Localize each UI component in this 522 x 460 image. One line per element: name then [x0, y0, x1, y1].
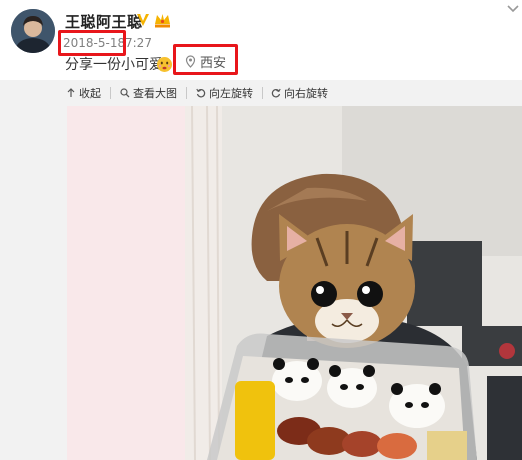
view-large-label: 查看大图 — [133, 87, 177, 100]
location-pin-icon — [185, 55, 196, 68]
search-icon — [120, 88, 130, 98]
toolbar-divider — [262, 87, 263, 99]
rotate-left-icon — [196, 88, 206, 98]
collapse-button[interactable]: 收起 — [66, 85, 101, 101]
rotate-right-button[interactable]: 向右旋转 — [271, 85, 328, 101]
avatar[interactable] — [11, 9, 55, 53]
date-highlight-box — [58, 30, 126, 56]
user-name[interactable]: 王聪阿王聪 — [65, 11, 143, 32]
collapse-label: 收起 — [79, 87, 101, 100]
collapse-icon — [67, 88, 75, 97]
rotate-left-label: 向左旋转 — [209, 87, 253, 100]
rotate-right-icon — [271, 88, 281, 98]
rotate-left-button[interactable]: 向左旋转 — [196, 85, 253, 101]
chevron-down-icon[interactable] — [506, 4, 520, 14]
post-photo[interactable] — [67, 106, 522, 460]
rotate-right-label: 向右旋转 — [284, 87, 328, 100]
crown-icon[interactable] — [154, 12, 171, 28]
toolbar-divider — [110, 87, 111, 99]
toolbar-divider — [186, 87, 187, 99]
emoji-icon — [157, 57, 172, 72]
post-time[interactable]: 7:27 — [125, 36, 152, 50]
post-text: 分享一份小可爱 — [65, 57, 163, 73]
location-link[interactable]: 西安 — [200, 52, 226, 71]
view-large-button[interactable]: 查看大图 — [120, 85, 177, 101]
vip-icon[interactable] — [135, 12, 151, 28]
